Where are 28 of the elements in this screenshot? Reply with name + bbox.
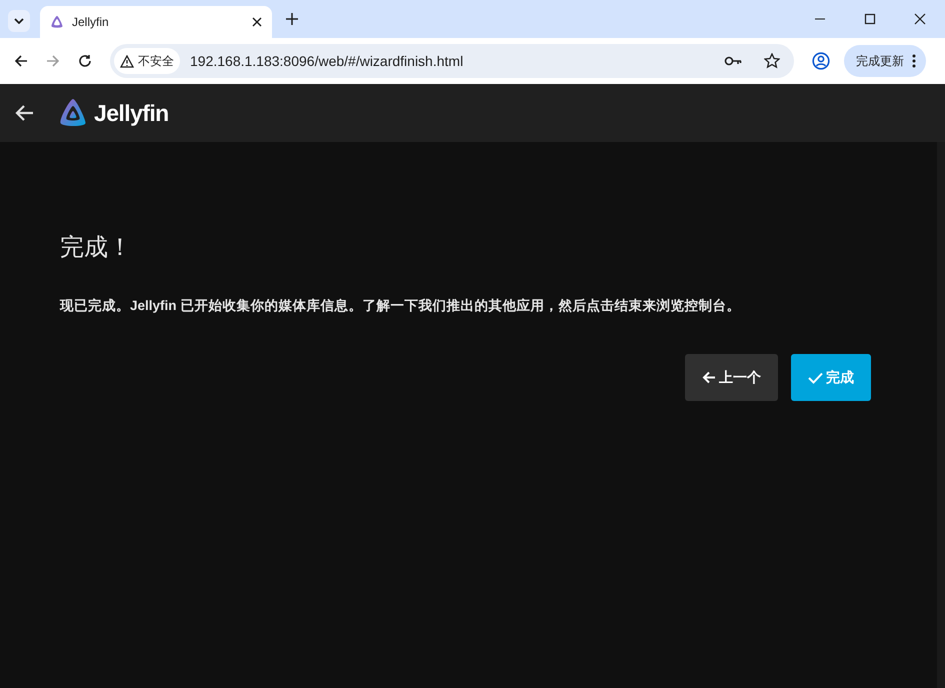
- description-text: 现已完成。Jellyfin 已开始收集你的媒体库信息。了解一下我们推出的其他应用，然后点击结束来浏览控制台。: [60, 297, 742, 315]
- maximize-icon[interactable]: [864, 13, 876, 25]
- chevron-down-icon: [14, 18, 24, 24]
- browser-tab[interactable]: Jellyfin: [40, 6, 272, 38]
- update-button[interactable]: 完成更新: [844, 45, 926, 77]
- url-text: 192.168.1.183:8096/web/#/wizardfinish.html: [190, 52, 464, 70]
- left-arrow-icon: [702, 371, 716, 384]
- close-icon[interactable]: [252, 17, 262, 27]
- profile-icon[interactable]: [812, 52, 830, 70]
- logo-icon: [50, 15, 64, 29]
- warning-icon: [120, 54, 134, 68]
- page-title: 完成！: [60, 233, 133, 263]
- new-tab-icon[interactable]: [286, 13, 298, 25]
- address-bar[interactable]: 不安全 192.168.1.183:8096/web/#/wizardfinish.html: [110, 44, 794, 78]
- key-icon[interactable]: [724, 56, 742, 66]
- checkmark-icon: [808, 372, 823, 384]
- tab-title: Jellyfin: [72, 14, 109, 31]
- previous-button[interactable]: 上一个: [685, 354, 778, 402]
- back-arrow-icon[interactable]: [14, 54, 28, 68]
- close-icon[interactable]: [914, 13, 926, 25]
- security-chip[interactable]: 不安全: [114, 48, 180, 74]
- more-icon: [912, 54, 916, 68]
- tab-search-button[interactable]: [8, 10, 30, 32]
- security-label: 不安全: [138, 53, 174, 70]
- reload-icon[interactable]: [78, 54, 92, 68]
- logo-text: Jellyfin: [94, 98, 169, 128]
- forward-arrow-icon[interactable]: [46, 54, 60, 68]
- star-icon[interactable]: [764, 53, 780, 69]
